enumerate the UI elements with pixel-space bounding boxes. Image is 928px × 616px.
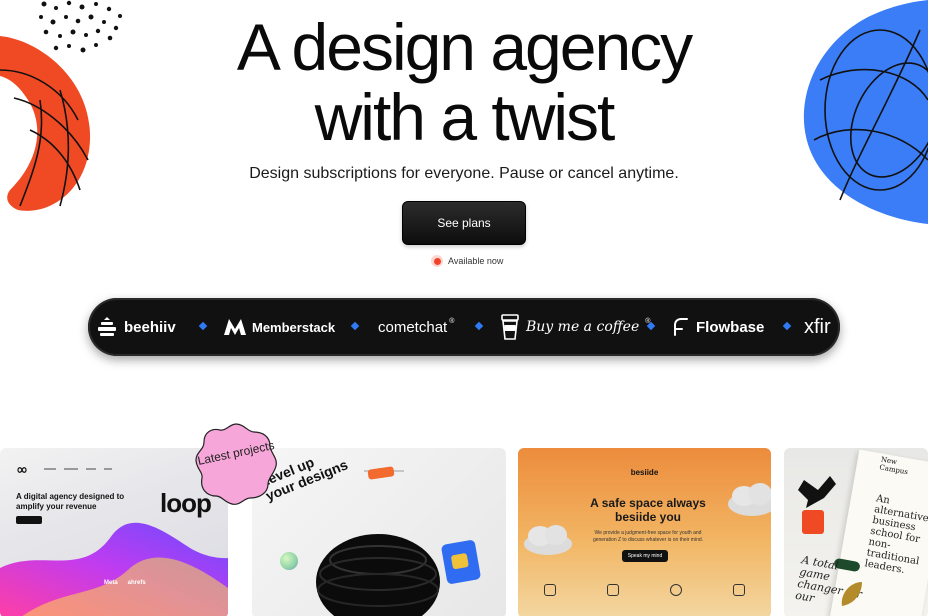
project-card-new-campus[interactable]: New Campus An alternative business schoo…	[784, 448, 928, 616]
green-orb-icon	[280, 552, 298, 570]
feature-icon	[670, 584, 683, 596]
diamond-separator-icon	[782, 321, 792, 331]
availability-status: Available now	[431, 254, 503, 268]
footer-logo-meta: Meta	[104, 580, 118, 586]
diamond-separator-icon	[474, 321, 484, 331]
logo-buy-me-a-coffee: Buy me a coffee ®	[500, 298, 650, 356]
registered-mark-icon: ®	[449, 318, 455, 325]
diamond-separator-icon	[350, 321, 360, 331]
besiide-feature-icons	[518, 584, 771, 596]
status-text: Available now	[448, 256, 504, 266]
logo-xfir: xfir	[804, 298, 831, 356]
loop-footer-logos: Meta ahrefs	[104, 580, 146, 586]
hero-title-line-2: with a twist	[314, 80, 616, 154]
infinity-logo-icon	[17, 467, 27, 473]
loop-cta	[16, 516, 42, 524]
see-plans-button[interactable]: See plans	[402, 201, 526, 245]
project-card-besiide[interactable]: besiide A safe space always besiide you …	[518, 448, 771, 616]
logo-name: Buy me a coffee	[526, 319, 640, 335]
feature-icon	[543, 584, 556, 596]
cloud-icon	[728, 483, 771, 516]
level-cta	[367, 466, 395, 480]
besiide-button: Speak my mind	[622, 550, 668, 562]
blue-app-card-icon	[440, 539, 482, 585]
feature-icon	[606, 584, 619, 596]
logo-beehiiv: beehiiv	[96, 298, 176, 356]
besiide-brand: besiide	[630, 468, 659, 477]
coffee-cup-icon	[501, 314, 519, 340]
loop-headline: A digital agency designed to amplify you…	[16, 492, 125, 511]
leaf-icon	[841, 582, 862, 606]
flowbase-icon	[674, 318, 688, 336]
logo-flowbase: Flowbase	[672, 298, 764, 356]
hero-subtitle: Design subscriptions for everyone. Pause…	[249, 165, 679, 182]
hero-title-line-1: A design agency	[236, 10, 693, 84]
project-card-level-up[interactable]: Level up your designs	[252, 448, 506, 616]
besiide-headline: A safe space always besiide you	[590, 496, 706, 524]
feature-icon	[733, 584, 746, 596]
memberstack-m-icon	[224, 319, 246, 335]
logo-name: cometchat	[378, 318, 448, 336]
black-sphere-art	[316, 534, 440, 616]
cloud-icon	[524, 525, 572, 555]
client-logo-strip: beehiiv Memberstack cometchat ® Buy me a…	[88, 298, 840, 356]
logo-name: beehiiv	[124, 318, 176, 336]
logo-track: beehiiv Memberstack cometchat ® Buy me a…	[88, 298, 840, 356]
campus-illustration	[798, 476, 836, 534]
logo-cometchat: cometchat ®	[378, 298, 454, 356]
logo-name: Memberstack	[252, 319, 336, 335]
loop-nav	[44, 468, 112, 470]
hero-title: A design agency with a twist	[0, 12, 928, 152]
beehive-icon	[98, 317, 116, 336]
footer-logo-ahrefs: ahrefs	[127, 580, 146, 586]
status-dot-icon	[431, 255, 443, 267]
besiide-body: We provide a judgment-free space for you…	[592, 530, 704, 543]
logo-name: Flowbase	[696, 318, 765, 336]
logo-memberstack: Memberstack	[224, 298, 335, 356]
logo-name: xfir	[804, 315, 831, 338]
diamond-separator-icon	[198, 321, 208, 331]
